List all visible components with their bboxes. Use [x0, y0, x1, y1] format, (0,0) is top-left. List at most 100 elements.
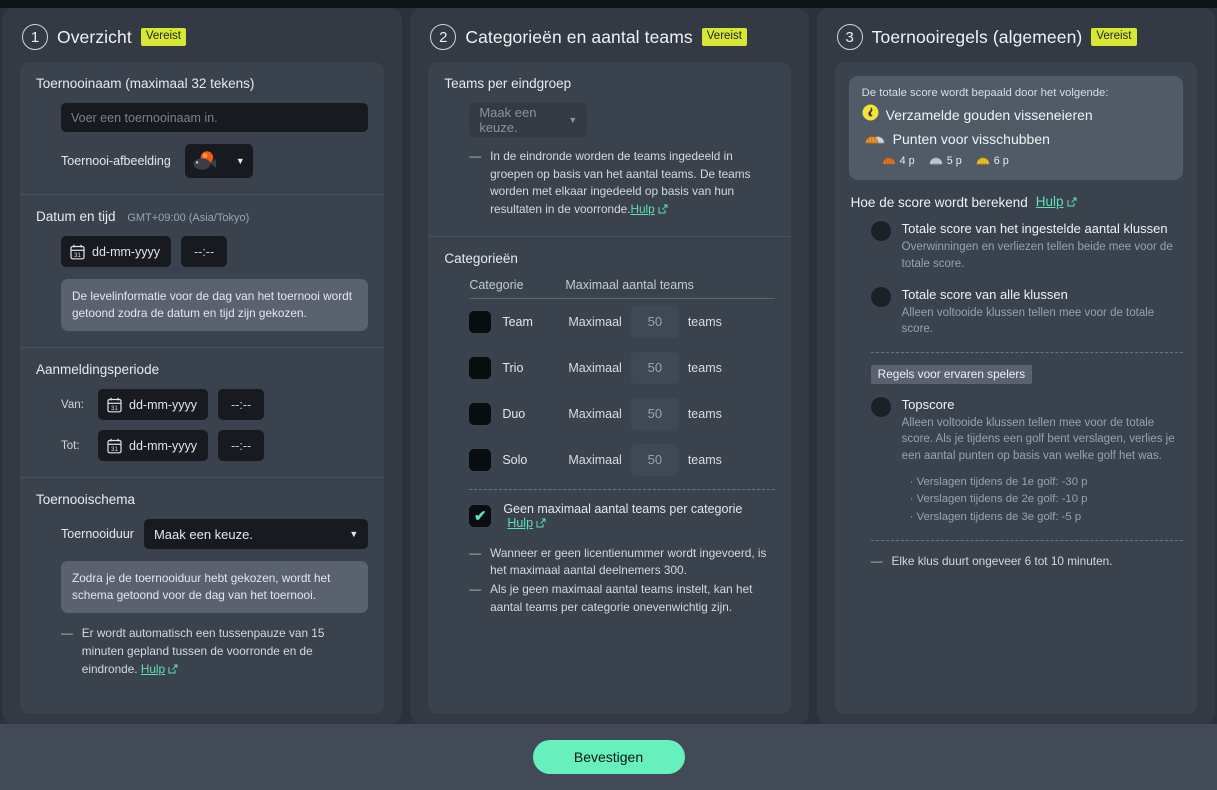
schedule-notice: Zodra je de toernooiduur hebt gekozen, w… [61, 561, 369, 614]
categories-table-header: Categorie Maximaal aantal teams [469, 277, 775, 299]
points-bronze: 4 p [882, 154, 915, 168]
teams-per-group-hint-text: In de eindronde worden de teams ingedeel… [490, 149, 751, 217]
score-item-golden-eggs: Verzamelde gouden visseneieren [862, 104, 1170, 128]
registration-to-date-input[interactable]: 31 dd-mm-yyyy [98, 430, 209, 462]
radio-option-1[interactable] [870, 221, 891, 242]
duration-label: Toernooiduur [61, 527, 134, 542]
rules-footer-hint: — Elke klus duurt ongeveer 6 tot 10 minu… [849, 553, 1183, 571]
category-name: Team [502, 314, 533, 329]
datetime-notice: De levelinformatie voor de dag van het t… [61, 279, 369, 332]
teams-suffix-label: teams [687, 452, 722, 467]
no-max-teams-row: ✔ Geen maximaal aantal teams per categor… [469, 502, 774, 531]
top-strip [0, 0, 1217, 8]
topscore-bullet-text: Verslagen tijdens de 3e golf: -5 p [916, 510, 1082, 523]
categories-hint-1-text: Wanneer er geen licentienummer wordt ing… [490, 545, 767, 578]
category-name: Duo [502, 406, 526, 421]
score-calc-help-link[interactable]: Hulp [1036, 194, 1064, 209]
score-item-scales: Punten voor visschubben [862, 128, 1170, 152]
topscore-desc: Alleen voltooide klussen tellen mee voor… [901, 416, 1175, 463]
score-calc-title: Hoe de score wordt berekend [850, 194, 1028, 210]
section-title-1: Overzicht [57, 26, 132, 47]
svg-text:31: 31 [111, 406, 118, 412]
teams-per-group-block: Teams per eindgroep Maak een keuze. ▼ — … [428, 62, 790, 236]
required-badge-2: Vereist [701, 28, 747, 46]
date-placeholder-text: dd-mm-yyyy [92, 244, 161, 259]
datetime-label-row: Datum en tijd GMT+09:00 (Asia/Tokyo) [36, 209, 368, 224]
teams-per-group-select[interactable]: Maak een keuze. ▼ [469, 103, 588, 137]
dash-marker: — [469, 149, 482, 163]
category-name: Solo [502, 452, 528, 467]
registration-from-date-input[interactable]: 31 dd-mm-yyyy [98, 389, 209, 421]
score-option-topscore[interactable]: Topscore Alleen voltooide klussen tellen… [849, 396, 1183, 526]
external-link-icon [168, 662, 178, 680]
radio-option-topscore[interactable] [870, 397, 891, 418]
registration-period-block: Aanmeldingsperiode Van: 31 dd-mm-yyyy --… [20, 347, 385, 477]
teams-per-group-help-link[interactable]: Hulp [630, 202, 654, 216]
calendar-icon: 31 [70, 244, 85, 259]
score-option-2[interactable]: Totale score van alle klussen Alleen vol… [849, 286, 1183, 338]
confirm-button[interactable]: Bevestigen [532, 740, 685, 774]
tournament-name-input[interactable] [61, 103, 369, 132]
no-max-teams-label: Geen maximaal aantal teams per categorie [503, 501, 743, 516]
tournament-time-input[interactable]: --:-- [181, 236, 228, 267]
table-row: Duo Maximaal teams [469, 391, 774, 437]
divider [870, 540, 1184, 542]
timezone-label: GMT+09:00 (Asia/Tokyo) [127, 212, 250, 224]
teams-per-group-value: Maak een keuze. [479, 105, 537, 135]
tournament-image-picker[interactable]: ▼ [184, 144, 253, 178]
registration-to-date-text: dd-mm-yyyy [129, 438, 198, 453]
categories-hint-2: — Als je geen maximaal aantal teams inst… [469, 581, 774, 616]
no-max-teams-checkbox[interactable]: ✔ [469, 505, 492, 528]
calendar-icon: 31 [107, 397, 122, 413]
max-teams-input-solo[interactable] [630, 443, 679, 476]
score-option-1[interactable]: Totale score van het ingestelde aantal k… [849, 220, 1183, 272]
toernooiregels-card: De totale score wordt bepaald door het v… [834, 62, 1198, 714]
panel-categorieen: 2 Categorieën en aantal teams Vereist Te… [410, 8, 809, 724]
col-header-max-teams: Maximaal aantal teams [565, 277, 694, 292]
max-teams-input-trio[interactable] [630, 351, 679, 384]
score-option-1-desc: Overwinningen en verliezen tellen beide … [901, 240, 1173, 270]
duration-select-value: Maak een keuze. [153, 526, 253, 542]
tournament-image-label: Toernooi-afbeelding [61, 154, 171, 168]
registration-to-time-input[interactable]: --:-- [218, 430, 265, 462]
external-link-icon [658, 202, 668, 220]
radio-option-2[interactable] [870, 287, 891, 308]
schedule-hint-text: Er wordt automatisch een tussenpauze van… [81, 626, 325, 676]
tournament-date-input[interactable]: 31 dd-mm-yyyy [61, 236, 172, 267]
table-row: Trio Maximaal teams [469, 345, 774, 391]
category-checkbox-duo[interactable] [469, 402, 492, 425]
bronze-scale-icon [882, 154, 896, 168]
golden-fish-egg-icon [862, 104, 879, 128]
max-teams-input-team[interactable] [630, 305, 679, 338]
categories-block: Categorieën Categorie Maximaal aantal te… [428, 235, 791, 633]
divider [870, 352, 1184, 354]
category-checkbox-trio[interactable] [469, 356, 492, 379]
schedule-help-link[interactable]: Hulp [141, 662, 165, 676]
table-row: Solo Maximaal teams [469, 437, 774, 483]
score-intro-text: De totale score wordt bepaald door het v… [861, 87, 1109, 99]
no-max-teams-help-link[interactable]: Hulp [507, 516, 533, 530]
score-option-1-title: Totale score van het ingestelde aantal k… [901, 221, 1168, 237]
registration-from-date-text: dd-mm-yyyy [129, 397, 198, 412]
section-header-2: 2 Categorieën en aantal teams Vereist [430, 24, 790, 50]
section-number-1: 1 [22, 24, 48, 50]
duration-select[interactable]: Maak een keuze. ▼ [143, 519, 369, 550]
datetime-block: Datum en tijd GMT+09:00 (Asia/Tokyo) 31 … [20, 194, 385, 347]
chevron-down-icon: ▼ [568, 114, 578, 125]
category-checkbox-solo[interactable] [469, 448, 492, 471]
teams-per-group-label: Teams per eindgroep [444, 76, 572, 91]
topscore-bullet: · Verslagen tijdens de 3e golf: -5 p [909, 510, 1082, 523]
section-title-2: Categorieën en aantal teams [465, 26, 693, 47]
tournament-name-block: Toernooinaam (maximaal 32 tekens) Toerno… [20, 62, 384, 194]
max-teams-input-duo[interactable] [630, 397, 679, 430]
fish-avatar-icon [191, 150, 217, 172]
categorieen-card: Teams per eindgroep Maak een keuze. ▼ — … [428, 62, 791, 714]
svg-text:31: 31 [111, 447, 118, 453]
section-title-3: Toernooiregels (algemeen) [871, 26, 1083, 47]
category-checkbox-team[interactable] [469, 310, 492, 333]
topscore-title: Topscore [901, 397, 955, 413]
chevron-down-icon: ▼ [349, 528, 359, 539]
registration-from-time-input[interactable]: --:-- [218, 389, 265, 421]
fish-scales-icon [862, 128, 886, 152]
dash-marker: — [870, 554, 883, 569]
